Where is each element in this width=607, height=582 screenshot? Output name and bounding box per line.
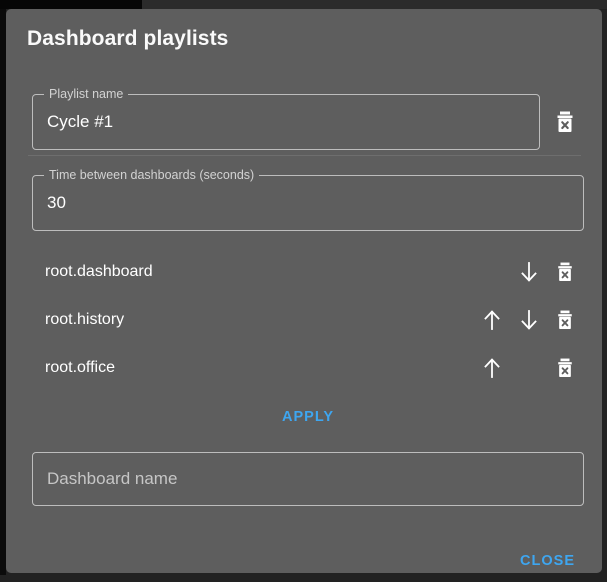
window-top-edge xyxy=(142,0,607,9)
dashboard-name-placeholder: Dashboard name xyxy=(47,469,178,488)
close-button[interactable]: CLOSE xyxy=(514,549,581,573)
delete-playlist-button[interactable] xyxy=(551,108,579,136)
time-between-dashboards-value: 30 xyxy=(47,193,66,212)
divider xyxy=(28,155,581,156)
playlist-name-label: Playlist name xyxy=(44,87,129,101)
playlist-name-value: Cycle #1 xyxy=(47,112,114,131)
arrow-down-icon xyxy=(519,309,539,331)
time-between-dashboards-field[interactable]: Time between dashboards (seconds) 30 xyxy=(32,168,584,231)
move-up-button[interactable] xyxy=(478,354,506,382)
dashboard-row-label: root.history xyxy=(45,311,125,328)
delete-dashboard-button[interactable] xyxy=(551,354,579,382)
arrow-up-icon xyxy=(482,357,502,379)
trash-delete-icon xyxy=(556,262,574,282)
apply-button[interactable]: APPLY xyxy=(274,405,342,429)
table-row: root.dashboard xyxy=(26,248,582,296)
screen: Dashboard playlists Playlist name Cycle … xyxy=(0,0,607,582)
dashboard-playlists-dialog: Dashboard playlists Playlist name Cycle … xyxy=(6,9,602,573)
move-up-button[interactable] xyxy=(478,306,506,334)
trash-delete-icon xyxy=(555,111,575,133)
arrow-down-icon xyxy=(519,261,539,283)
window-top-edge-dark xyxy=(0,0,142,9)
delete-dashboard-button[interactable] xyxy=(551,258,579,286)
trash-delete-icon xyxy=(556,358,574,378)
dashboard-row-label: root.office xyxy=(45,359,115,376)
table-row: root.history xyxy=(26,296,582,344)
trash-delete-icon xyxy=(556,310,574,330)
move-down-button[interactable] xyxy=(515,306,543,334)
page-title: Dashboard playlists xyxy=(27,27,229,50)
dashboard-name-input[interactable]: Dashboard name xyxy=(32,452,584,506)
delete-dashboard-button[interactable] xyxy=(551,306,579,334)
time-between-dashboards-label: Time between dashboards (seconds) xyxy=(44,168,260,182)
table-row: root.office xyxy=(26,344,582,392)
dashboard-row-label: root.dashboard xyxy=(45,263,153,280)
arrow-up-icon xyxy=(482,309,502,331)
move-down-button[interactable] xyxy=(515,258,543,286)
playlist-name-field[interactable]: Playlist name Cycle #1 xyxy=(32,87,540,150)
